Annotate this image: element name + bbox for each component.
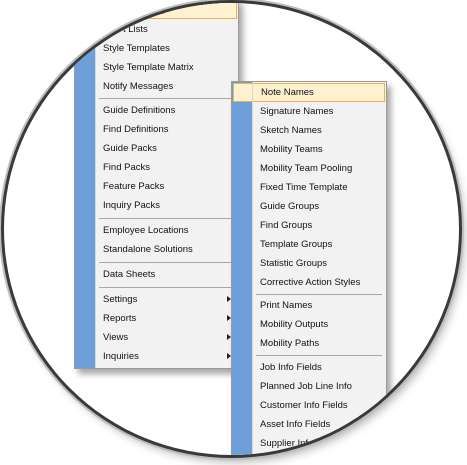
submenu-item-note-names[interactable]: Note Names <box>233 83 385 102</box>
menu-item-guide-definitions[interactable]: Guide Definitions <box>75 101 238 120</box>
menu-item-inquiries[interactable]: Inquiries <box>75 347 238 366</box>
submenu-item-find-groups[interactable]: Find Groups <box>232 216 386 235</box>
menu-item-label: Inquiries <box>103 351 139 362</box>
menu-separator <box>99 218 234 219</box>
menu-item-label: Mobility Paths <box>260 338 320 349</box>
menu-item-label: Style Templates <box>103 43 170 54</box>
menu-item-notify-messages[interactable]: Notify Messages <box>75 77 238 96</box>
submenu-item-template-groups[interactable]: Template Groups <box>232 235 386 254</box>
menu-item-label: Feature Packs <box>103 181 165 192</box>
submenu-item-corrective-action-styles[interactable]: Corrective Action Styles <box>232 273 386 292</box>
submenu-item-statistic-groups[interactable]: Statistic Groups <box>232 254 386 273</box>
menu-item-label: Employee Locations <box>103 225 189 236</box>
menu-item-style-template-matrix[interactable]: Style Template Matrix <box>75 58 238 77</box>
menu-item-label: Supplier Info Fields <box>260 438 342 449</box>
menu-separator <box>99 98 234 99</box>
submenu-item-supplier-info-fields[interactable]: Supplier Info Fields <box>232 434 386 453</box>
menu-item-standalone-solutions[interactable]: Standalone Solutions <box>75 240 238 259</box>
menu-item-label: Reports <box>103 313 137 324</box>
menu-item-label: Planned Job Line Info <box>260 381 352 392</box>
menu-separator <box>99 287 234 288</box>
submenu-item-asset-info-fields[interactable]: Asset Info Fields <box>232 415 386 434</box>
menu-item-label: Guide Packs <box>103 143 157 154</box>
menu-item-label: Views <box>103 332 129 343</box>
menu-item-label: Mobility Teams <box>260 144 323 155</box>
menu-item-label: Standalone Solutions <box>103 244 193 255</box>
menu-item-employee-locations[interactable]: Employee Locations <box>75 221 238 240</box>
menu-item-label: Find Packs <box>103 162 150 173</box>
magnified-view: y Settings t Lists Style Templates Style… <box>4 3 459 455</box>
submenu-item-guide-groups[interactable]: Guide Groups <box>232 197 386 216</box>
main-context-menu: y Settings t Lists Style Templates Style… <box>74 3 239 369</box>
submenu-item-mobility-team-pooling[interactable]: Mobility Team Pooling <box>232 159 386 178</box>
submenu-item-fixed-time-template[interactable]: Fixed Time Template <box>232 178 386 197</box>
submenu-item-planned-job-line-info[interactable]: Planned Job Line Info <box>232 377 386 396</box>
menu-item-label: Statistic Groups <box>260 258 328 269</box>
menu-item-label: Signature Names <box>260 106 334 117</box>
menu-item-label: Find Groups <box>260 220 313 231</box>
menu-item-label: Note Names <box>261 87 314 98</box>
menu-item-label: Inquiry Packs <box>103 200 161 211</box>
submenu-item-customer-info-fields[interactable]: Customer Info Fields <box>232 396 386 415</box>
submenu-item-mobility-teams[interactable]: Mobility Teams <box>232 140 386 159</box>
menu-item-label: y Settings <box>128 4 170 15</box>
menu-separator <box>256 355 382 356</box>
menu-separator <box>256 294 382 295</box>
menu-item-lists[interactable]: t Lists <box>75 20 238 39</box>
menu-item-settings-submenu[interactable]: Settings <box>75 290 238 309</box>
menu-item-label: Guide Groups <box>260 201 320 212</box>
menu-item-label: Mobility Team Pooling <box>260 163 353 174</box>
menu-item-find-packs[interactable]: Find Packs <box>75 158 238 177</box>
menu-item-settings-highlighted[interactable]: y Settings <box>76 3 237 19</box>
submenu-item-mobility-outputs[interactable]: Mobility Outputs <box>232 315 386 334</box>
menu-item-guide-packs[interactable]: Guide Packs <box>75 139 238 158</box>
menu-item-label: Fixed Time Template <box>260 182 348 193</box>
menu-item-label: Guide Definitions <box>103 105 176 116</box>
menu-item-label: Job Info Fields <box>260 362 322 373</box>
menu-item-label: Template Groups <box>260 239 333 250</box>
menu-item-find-definitions[interactable]: Find Definitions <box>75 120 238 139</box>
menu-item-label: Data Sheets <box>103 269 156 280</box>
menu-item-label: Find Definitions <box>103 124 169 135</box>
submenu-item-mobility-paths[interactable]: Mobility Paths <box>232 334 386 353</box>
menu-item-label: Asset Info Fields <box>260 419 331 430</box>
settings-submenu: Note Names Signature Names Sketch Names … <box>231 81 387 455</box>
menu-item-label: Style Template Matrix <box>103 62 194 73</box>
menu-item-style-templates[interactable]: Style Templates <box>75 39 238 58</box>
menu-item-label: Settings <box>103 294 138 305</box>
submenu-item-signature-names[interactable]: Signature Names <box>232 102 386 121</box>
menu-item-data-sheets[interactable]: Data Sheets <box>75 265 238 284</box>
submenu-item-sketch-names[interactable]: Sketch Names <box>232 121 386 140</box>
menu-item-views[interactable]: Views <box>75 328 238 347</box>
menu-item-label: Print Names <box>260 300 313 311</box>
submenu-item-job-info-fields[interactable]: Job Info Fields <box>232 358 386 377</box>
menu-separator <box>99 262 234 263</box>
menu-item-feature-packs[interactable]: Feature Packs <box>75 177 238 196</box>
menu-item-label: t Lists <box>123 24 148 35</box>
menu-item-label: Notify Messages <box>103 81 174 92</box>
menu-item-label: Corrective Action Styles <box>260 277 361 288</box>
menu-item-label: Customer Info Fields <box>260 400 348 411</box>
menu-item-label: Sketch Names <box>260 125 322 136</box>
submenu-item-print-names[interactable]: Print Names <box>232 296 386 315</box>
menu-item-reports[interactable]: Reports <box>75 309 238 328</box>
menu-item-label: Mobility Outputs <box>260 319 329 330</box>
menu-item-inquiry-packs[interactable]: Inquiry Packs <box>75 196 238 215</box>
